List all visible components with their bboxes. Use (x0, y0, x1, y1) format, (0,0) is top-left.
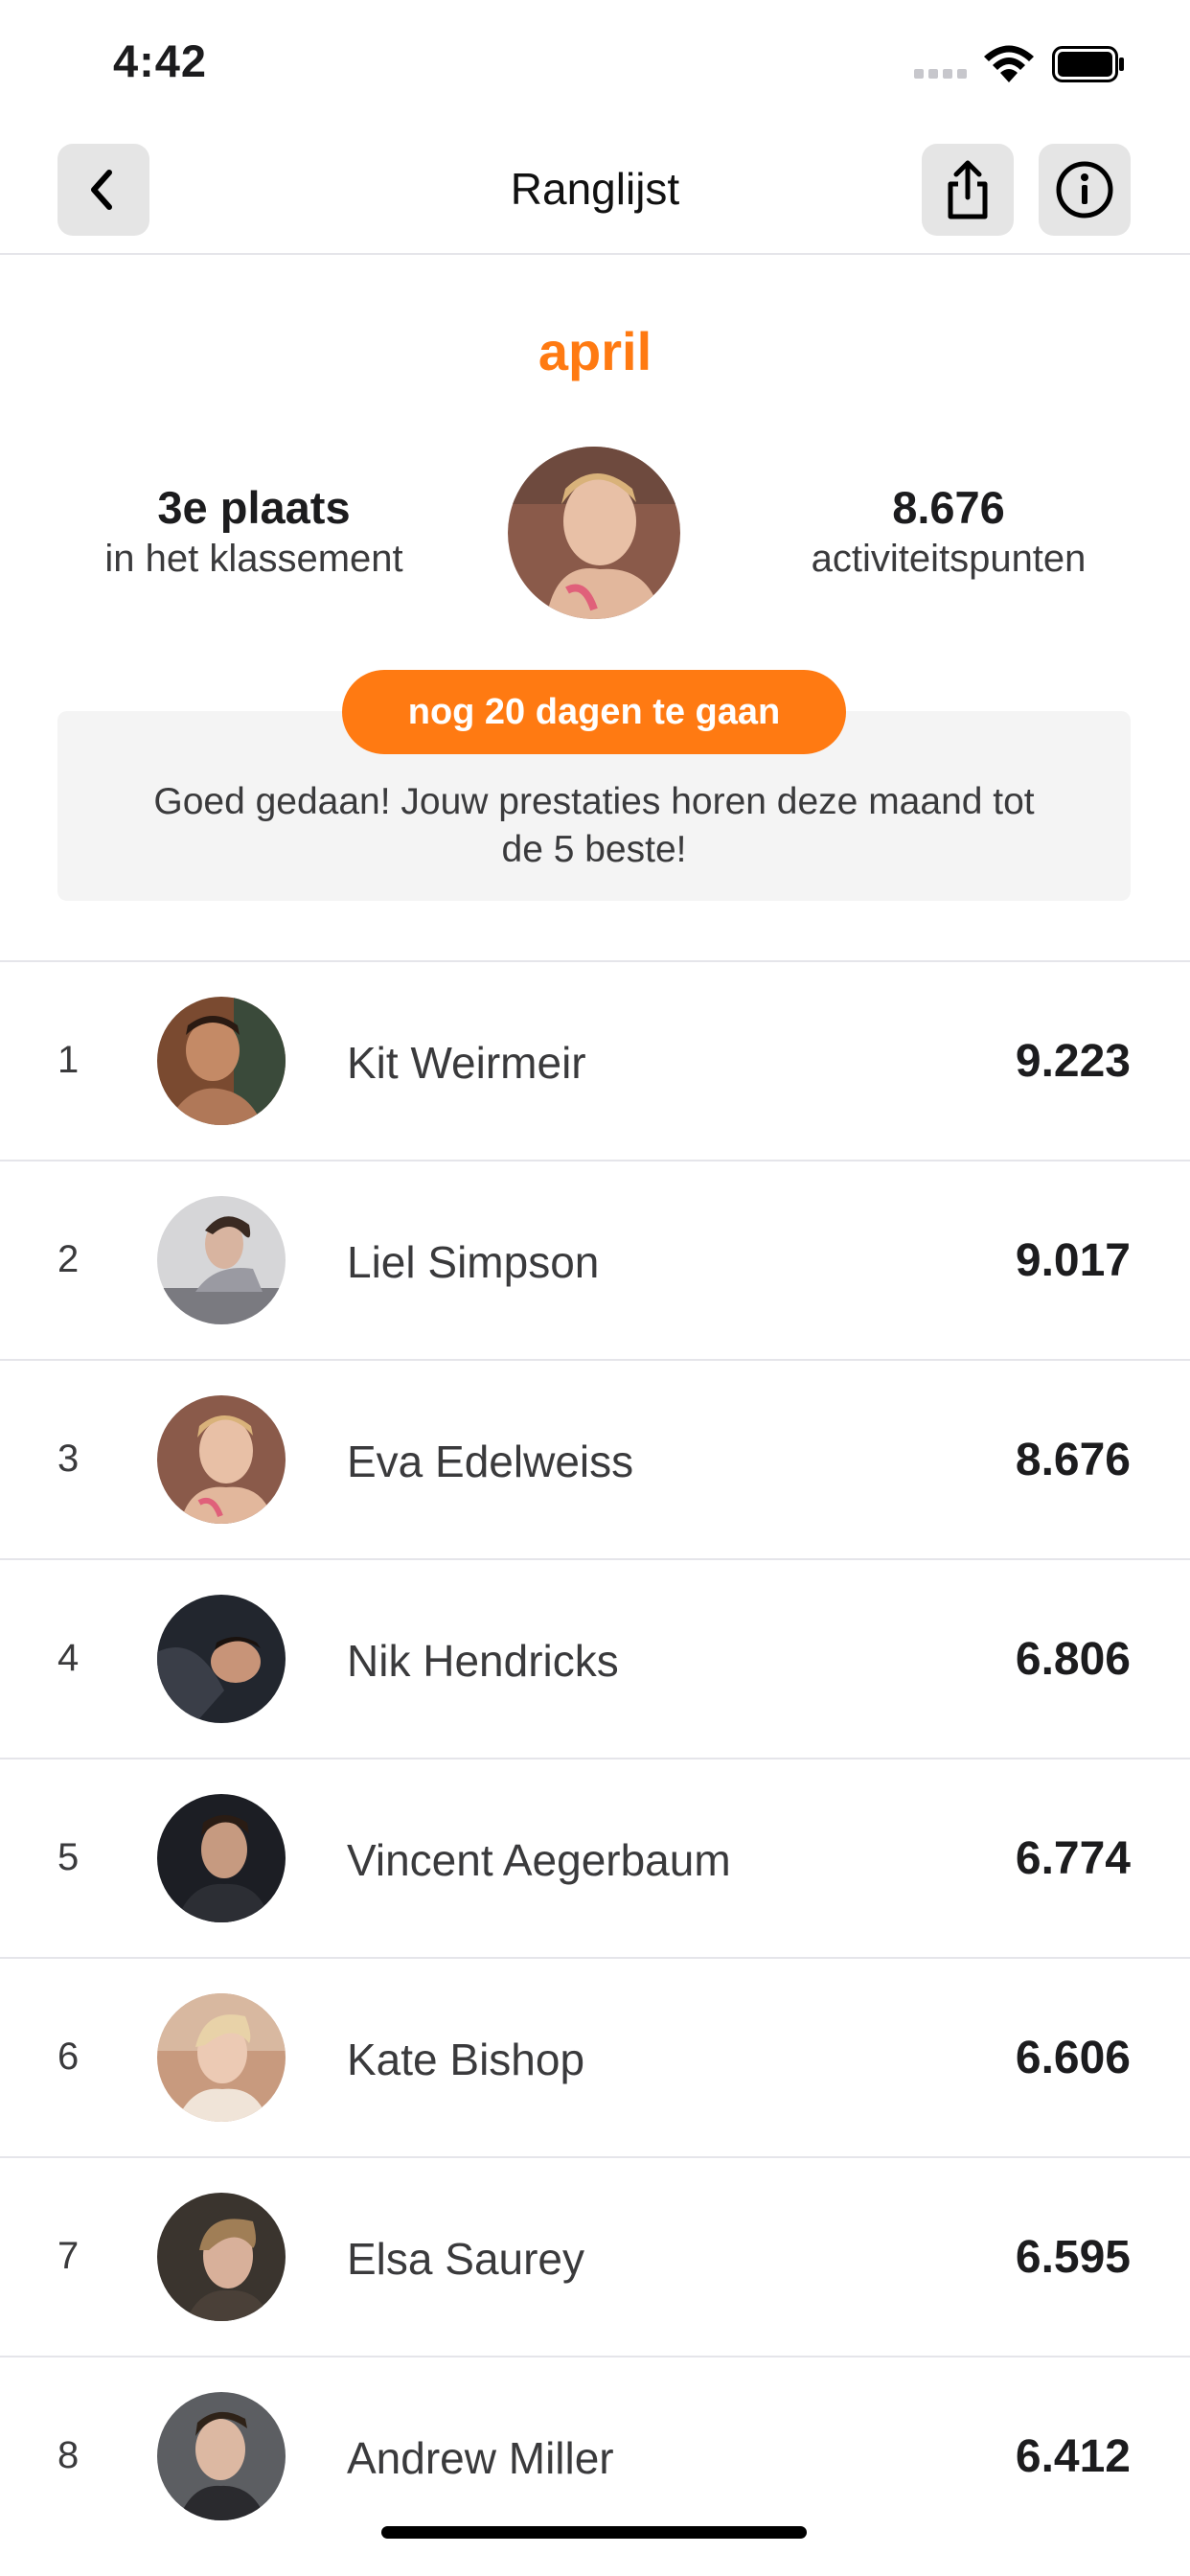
player-name: Vincent Aegerbaum (347, 1835, 731, 1885)
player-score: 9.223 (1015, 1036, 1131, 1087)
rank-number: 6 (57, 2036, 80, 2078)
rank-number: 4 (57, 1637, 80, 1679)
leaderboard-row[interactable]: 3 Eva Edelweiss 8.676 (0, 1359, 1190, 1558)
points-label: activiteitspunten (811, 538, 1087, 580)
rank-number: 2 (57, 1238, 80, 1280)
rank-number: 8 (57, 2434, 80, 2476)
days-left-badge: nog 20 dagen te gaan (342, 670, 846, 754)
rank-number: 3 (57, 1438, 80, 1480)
leaderboard-row[interactable]: 6 Kate Bishop 6.606 (0, 1957, 1190, 2156)
avatar (157, 1993, 286, 2122)
place-label: in het klassement (104, 538, 403, 580)
player-score: 6.806 (1015, 1634, 1131, 1685)
status-time: 4:42 (113, 35, 208, 86)
info-circle-icon (1056, 161, 1113, 218)
place-value: 3e plaats (157, 482, 351, 533)
status-bar: 4:42 (0, 0, 1190, 125)
month-title: april (538, 321, 652, 381)
leaderboard-row[interactable]: 1 Kit Weirmeir 9.223 (0, 960, 1190, 1160)
leaderboard-row[interactable]: 2 Liel Simpson 9.017 (0, 1160, 1190, 1359)
avatar (157, 997, 286, 1125)
player-name: Liel Simpson (347, 1237, 600, 1287)
rank-number: 1 (57, 1039, 80, 1081)
ranking-stat: 3e plaats in het klassement (57, 481, 450, 583)
player-score: 6.774 (1015, 1833, 1131, 1884)
rank-number: 7 (57, 2235, 80, 2277)
battery-icon (1052, 46, 1124, 82)
points-value: 8.676 (892, 482, 1005, 533)
avatar (157, 1395, 286, 1524)
player-name: Andrew Miller (347, 2433, 614, 2483)
info-message: Goed gedaan! Jouw prestaties horen deze … (153, 781, 1035, 870)
points-stat: 8.676 activiteitspunten (747, 481, 1150, 583)
leaderboard-row[interactable]: 7 Elsa Saurey 6.595 (0, 2156, 1190, 2356)
rank-number: 5 (57, 1836, 80, 1878)
leaderboard-list: 1 Kit Weirmeir 9.223 2 Liel Simpson 9.01… (0, 960, 1190, 2555)
share-button[interactable] (922, 144, 1014, 236)
player-score: 6.606 (1015, 2033, 1131, 2083)
signal-icon (914, 69, 970, 79)
player-name: Kit Weirmeir (347, 1038, 586, 1088)
avatar (157, 2392, 286, 2520)
avatar (157, 1595, 286, 1723)
player-name: Elsa Saurey (347, 2234, 585, 2284)
share-icon (948, 160, 988, 219)
player-score: 6.412 (1015, 2431, 1131, 2482)
player-score: 9.017 (1015, 1235, 1131, 1286)
avatar (157, 1196, 286, 1324)
player-name: Kate Bishop (347, 2035, 585, 2084)
info-button[interactable] (1039, 144, 1131, 236)
leaderboard-row[interactable]: 4 Nik Hendricks 6.806 (0, 1558, 1190, 1758)
home-indicator[interactable] (381, 2526, 807, 2539)
player-name: Nik Hendricks (347, 1636, 619, 1686)
leaderboard-row[interactable]: 5 Vincent Aegerbaum 6.774 (0, 1758, 1190, 1957)
user-avatar (508, 447, 680, 619)
leaderboard-row[interactable]: 8 Andrew Miller 6.412 (0, 2356, 1190, 2555)
player-score: 8.676 (1015, 1435, 1131, 1485)
avatar (157, 1794, 286, 1922)
player-score: 6.595 (1015, 2232, 1131, 2283)
wifi-icon (984, 45, 1034, 82)
navigation-bar: Ranglijst (0, 125, 1190, 255)
player-name: Eva Edelweiss (347, 1437, 634, 1486)
avatar (157, 2193, 286, 2321)
